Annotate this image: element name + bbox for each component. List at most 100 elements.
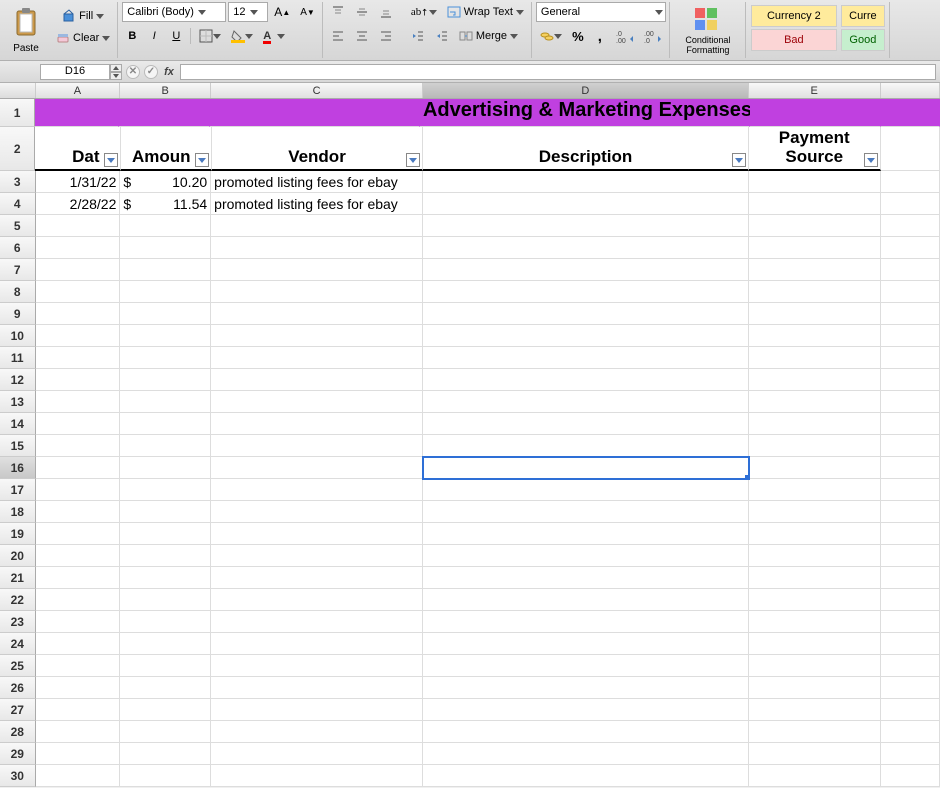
align-right-button[interactable] [375,26,397,46]
cell-F24[interactable] [881,633,940,655]
cell-C18[interactable] [211,501,423,523]
cell-A23[interactable] [36,611,121,633]
row-header-16[interactable]: 16 [0,457,36,479]
cell-F15[interactable] [881,435,940,457]
header-payment-source[interactable]: Payment Source [749,127,881,171]
cell-D3[interactable] [423,171,748,193]
cell-B17[interactable] [120,479,211,501]
cell-E17[interactable] [749,479,881,501]
cell-A29[interactable] [36,743,121,765]
cell-E9[interactable] [749,303,881,325]
cell-D20[interactable] [423,545,748,567]
cell-D26[interactable] [423,677,748,699]
cell-E27[interactable] [749,699,881,721]
cell-D29[interactable] [423,743,748,765]
cell-F19[interactable] [881,523,940,545]
cell-A22[interactable] [36,589,121,611]
cell-E8[interactable] [749,281,881,303]
cell-A15[interactable] [36,435,121,457]
cell-B9[interactable] [120,303,211,325]
cell-A4[interactable]: 2/28/22 [36,193,121,215]
cell-B20[interactable] [120,545,211,567]
cell-A21[interactable] [36,567,121,589]
cell-A12[interactable] [36,369,121,391]
cell-D9[interactable] [423,303,748,325]
cell-F29[interactable] [881,743,940,765]
cell-C10[interactable] [211,325,423,347]
cell-B14[interactable] [120,413,211,435]
cell-B21[interactable] [120,567,211,589]
cell-D15[interactable] [423,435,748,457]
cell-B26[interactable] [120,677,211,699]
cell-A20[interactable] [36,545,121,567]
cell-B4[interactable]: $11.54 [120,193,211,215]
row-header-1[interactable]: 1 [0,99,35,127]
fx-icon[interactable]: fx [162,65,176,79]
comma-button[interactable]: , [590,26,610,46]
cell-C9[interactable] [211,303,423,325]
cell-E13[interactable] [749,391,881,413]
filter-button-amount[interactable] [195,153,209,167]
decrease-decimal-button[interactable]: .00.0 [640,26,666,46]
cell-C5[interactable] [211,215,423,237]
row-header-12[interactable]: 12 [0,369,36,391]
orientation-button[interactable]: ab↗ [407,2,441,22]
cell-C11[interactable] [211,347,423,369]
filter-button-vendor[interactable] [406,153,420,167]
italic-button[interactable]: I [144,26,164,46]
cell-A28[interactable] [36,721,121,743]
header-date[interactable]: Dat [35,127,120,171]
cell-D21[interactable] [423,567,748,589]
row-header-11[interactable]: 11 [0,347,36,369]
cell-B28[interactable] [120,721,211,743]
cell-E30[interactable] [749,765,881,787]
row-header-28[interactable]: 28 [0,721,36,743]
row-header-19[interactable]: 19 [0,523,36,545]
row-header-7[interactable]: 7 [0,259,36,281]
cell-F11[interactable] [881,347,940,369]
cell-D22[interactable] [423,589,748,611]
row-header-15[interactable]: 15 [0,435,36,457]
style-currency2[interactable]: Currency 2 [751,5,837,27]
font-name-combo[interactable]: Calibri (Body) [122,2,226,22]
row-header-2[interactable]: 2 [0,127,35,171]
cell-F28[interactable] [881,721,940,743]
cell-E28[interactable] [749,721,881,743]
cell-F17[interactable] [881,479,940,501]
col-header-C[interactable]: C [211,83,423,98]
align-bottom-button[interactable] [375,2,397,22]
row-header-29[interactable]: 29 [0,743,36,765]
filter-button-payment[interactable] [864,153,878,167]
align-middle-button[interactable] [351,2,373,22]
cell-D27[interactable] [423,699,748,721]
cell-E26[interactable] [749,677,881,699]
cancel-formula-button[interactable]: ✕ [126,65,140,79]
cell-D6[interactable] [423,237,748,259]
cell-B18[interactable] [120,501,211,523]
row-header-27[interactable]: 27 [0,699,36,721]
cell-D14[interactable] [423,413,748,435]
style-good[interactable]: Good [841,29,885,51]
cell-D4[interactable] [423,193,748,215]
cell-B24[interactable] [120,633,211,655]
cell-A13[interactable] [36,391,121,413]
cell-F30[interactable] [881,765,940,787]
cell-F5[interactable] [881,215,940,237]
borders-button[interactable] [195,26,225,46]
cell-D18[interactable] [423,501,748,523]
cell-E12[interactable] [749,369,881,391]
cell-E25[interactable] [749,655,881,677]
cell-C3[interactable]: promoted listing fees for ebay [211,171,423,193]
cell-B10[interactable] [120,325,211,347]
number-format-combo[interactable]: General [536,2,666,22]
name-box[interactable]: D16 [40,64,122,80]
cell-A25[interactable] [36,655,121,677]
cell-A30[interactable] [36,765,121,787]
cell-A7[interactable] [36,259,121,281]
cell-B16[interactable] [120,457,211,479]
cell-B13[interactable] [120,391,211,413]
col-header-F[interactable] [881,83,940,98]
row-header-6[interactable]: 6 [0,237,36,259]
fill-button[interactable]: Fill [52,6,114,26]
clear-button[interactable]: Clear [52,28,114,48]
